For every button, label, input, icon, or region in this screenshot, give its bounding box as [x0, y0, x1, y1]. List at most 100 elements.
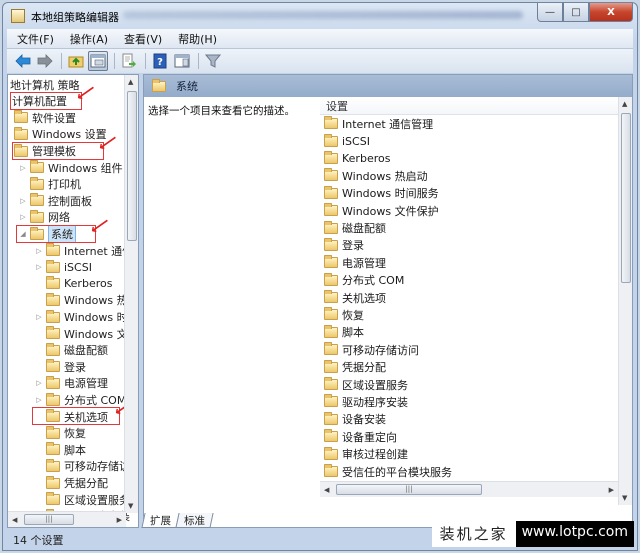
menu-action[interactable]: 操作(A)	[70, 31, 108, 47]
tree-item[interactable]: ▷ 电源管理	[34, 375, 108, 392]
tree-item[interactable]: 区域设置服务	[34, 491, 130, 508]
tree-item[interactable]: Windows 设置	[14, 126, 107, 143]
console-tree-pane[interactable]: 地计算机 策略 计算机配置 ⟵ 软件设置 Windows 设置 管理模板 ⟵ ▷ Windows…	[7, 74, 139, 528]
export-list-button[interactable]	[119, 51, 139, 71]
expand-arrow-icon[interactable]: ▷	[18, 164, 28, 172]
tree-item[interactable]: 可移动存储访	[34, 458, 130, 475]
setting-list-item[interactable]: 电源管理	[320, 254, 632, 271]
up-one-level-button[interactable]	[66, 51, 86, 71]
setting-list-item[interactable]: 登录	[320, 237, 632, 254]
expand-arrow-icon[interactable]: ▷	[34, 313, 44, 321]
expand-arrow-icon[interactable]: ▷	[18, 197, 28, 205]
scroll-up-icon[interactable]: ▲	[128, 78, 133, 86]
tree-item-label: 脚本	[64, 443, 86, 457]
forward-button[interactable]	[35, 51, 55, 71]
tree-item-label: 区域设置服务	[64, 493, 130, 507]
folder-icon	[46, 375, 60, 389]
folder-icon	[324, 150, 338, 164]
scroll-down-icon[interactable]: ▼	[622, 494, 627, 502]
tree-item[interactable]: 登录	[34, 359, 86, 376]
expand-arrow-icon[interactable]: ▷	[34, 247, 44, 255]
setting-list-item[interactable]: Windows 时间服务	[320, 185, 632, 202]
tree-item[interactable]: 凭据分配	[34, 475, 108, 492]
tree-item[interactable]: 磁盘配额	[34, 342, 108, 359]
show-hide-tree-button[interactable]	[88, 51, 108, 71]
tab-extended[interactable]: 扩展	[141, 513, 180, 528]
setting-list-item[interactable]: 分布式 COM	[320, 272, 632, 289]
menu-file[interactable]: 文件(F)	[17, 31, 54, 47]
tree-hscroll-thumb[interactable]: |||	[24, 514, 74, 525]
setting-list-item[interactable]: 审核过程创建	[320, 445, 632, 462]
tree-item[interactable]: Windows 文件	[34, 325, 138, 342]
tree-item[interactable]: ▷ Internet 通信	[34, 242, 133, 259]
setting-list-item[interactable]: 驱动程序安装	[320, 393, 632, 410]
tree-item[interactable]: ▷ 控制面板	[18, 193, 92, 210]
close-button[interactable]: X	[589, 3, 633, 22]
tree-item[interactable]: 软件设置	[14, 110, 76, 127]
tree-item[interactable]: ▷ 网络	[18, 209, 70, 226]
setting-list-item[interactable]: 受信任的平台模块服务	[320, 463, 632, 480]
setting-list-item[interactable]: Windows 文件保护	[320, 202, 632, 219]
tree-item-label: 电源管理	[64, 377, 108, 391]
scroll-right-icon[interactable]: ▶	[117, 516, 122, 524]
maximize-button[interactable]: □	[563, 3, 589, 22]
scroll-down-icon[interactable]: ▼	[128, 502, 133, 510]
scroll-left-icon[interactable]: ◀	[12, 516, 17, 524]
tree-item[interactable]: Kerberos	[34, 276, 112, 293]
minimize-button[interactable]: —	[537, 3, 563, 22]
setting-list-item[interactable]: 设备重定向	[320, 428, 632, 445]
setting-list-item[interactable]: Windows 热启动	[320, 167, 632, 184]
tab-standard[interactable]: 标准	[175, 513, 214, 528]
tree-scroll-thumb[interactable]	[127, 91, 137, 241]
tree-item[interactable]: ▷ iSCSI	[34, 259, 92, 276]
setting-list-item[interactable]: 脚本	[320, 324, 632, 341]
column-header-setting[interactable]: 设置	[320, 97, 632, 115]
setting-item-label: iSCSI	[342, 134, 370, 148]
show-hide-action-pane-button[interactable]	[172, 51, 192, 71]
tree-horizontal-scrollbar[interactable]: ◀ ||| ▶	[8, 511, 126, 527]
folder-icon	[30, 209, 44, 223]
folder-icon	[324, 377, 338, 391]
tree-item[interactable]: 打印机	[18, 176, 81, 193]
setting-list-item[interactable]: iSCSI	[320, 132, 632, 149]
tree-item[interactable]: ▷ Windows 组件	[18, 159, 123, 176]
setting-list-item[interactable]: 可移动存储访问	[320, 341, 632, 358]
details-header-title: 系统	[176, 80, 198, 93]
setting-list-item[interactable]: 恢复	[320, 306, 632, 323]
setting-list-item[interactable]: Kerberos	[320, 150, 632, 167]
scroll-up-icon[interactable]: ▲	[622, 100, 627, 108]
expand-arrow-icon[interactable]: ▷	[34, 379, 44, 387]
tree-item[interactable]: Windows 热启	[34, 292, 138, 309]
setting-list-item[interactable]: 区域设置服务	[320, 376, 632, 393]
tree-item[interactable]: ▷ Windows 时间	[34, 309, 138, 326]
setting-list-item[interactable]: 关机选项	[320, 289, 632, 306]
tree-item[interactable]: 恢复	[34, 425, 86, 442]
filter-button[interactable]	[203, 51, 223, 71]
menu-view[interactable]: 查看(V)	[124, 31, 162, 47]
help-icon: ?	[153, 53, 167, 69]
scroll-left-icon[interactable]: ◀	[324, 486, 329, 494]
blurred-title-area	[123, 11, 523, 19]
setting-list-item[interactable]: 设备安装	[320, 411, 632, 428]
expand-arrow-icon[interactable]: ▷	[18, 213, 28, 221]
list-hscroll-thumb[interactable]: |||	[336, 484, 482, 495]
list-vertical-scrollbar[interactable]: ▲ ▼	[618, 97, 632, 505]
folder-icon	[324, 359, 338, 373]
back-button[interactable]	[13, 51, 33, 71]
setting-list-item[interactable]: Internet 通信管理	[320, 115, 632, 132]
title-bar[interactable]: 本地组策略编辑器 — □ X	[3, 3, 637, 29]
tree-item-label: 凭据分配	[64, 477, 108, 491]
setting-list-item[interactable]: 磁盘配额	[320, 219, 632, 236]
list-scroll-thumb[interactable]	[621, 113, 631, 283]
tree-item[interactable]: 脚本	[34, 442, 86, 459]
help-button[interactable]: ?	[150, 51, 170, 71]
folder-icon	[30, 193, 44, 207]
menu-help[interactable]: 帮助(H)	[178, 31, 217, 47]
list-horizontal-scrollbar[interactable]: ◀ ||| ▶	[320, 481, 618, 497]
setting-item-label: Windows 文件保护	[342, 204, 439, 218]
expand-arrow-icon[interactable]: ▷	[34, 263, 44, 271]
tree-vertical-scrollbar[interactable]: ▲ ▼	[124, 75, 138, 513]
scroll-right-icon[interactable]: ▶	[609, 486, 614, 494]
setting-list-item[interactable]: 凭据分配	[320, 358, 632, 375]
expand-arrow-icon[interactable]: ▷	[34, 396, 44, 404]
